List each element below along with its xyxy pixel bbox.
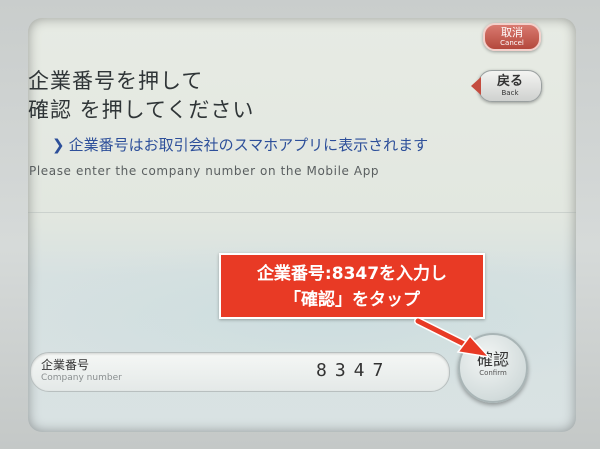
title-line-1: 企業番号を押して bbox=[28, 69, 204, 93]
back-label: 戻る bbox=[496, 74, 523, 89]
confirm-button[interactable]: 確認 Confirm bbox=[458, 333, 528, 403]
company-number-value: 8347 bbox=[316, 360, 392, 381]
instruction-callout: 企業番号:8347を入力し 「確認」をタップ bbox=[219, 253, 485, 319]
callout-line-1: 企業番号:8347を入力し bbox=[256, 264, 448, 284]
cancel-button[interactable]: 取消 Cancel bbox=[483, 23, 541, 51]
field-sublabel: Company number bbox=[41, 373, 122, 383]
atm-bezel: 取消 Cancel 企業番号を押して 確認 を押してください 戻る Back ❯… bbox=[0, 0, 600, 449]
hint-text-jp: 企業番号はお取引会社のスマホアプリに表示されます bbox=[68, 136, 429, 154]
confirm-sublabel: Confirm bbox=[479, 369, 507, 377]
cancel-sublabel: Cancel bbox=[500, 39, 524, 47]
hint-text: ❯ 企業番号はお取引会社のスマホアプリに表示されます bbox=[52, 134, 428, 155]
title-line-2: 確認 を押してください bbox=[28, 98, 255, 122]
chevron-right-icon: ❯ bbox=[52, 136, 65, 154]
back-arrow-icon bbox=[471, 77, 481, 95]
company-number-field[interactable]: 企業番号 Company number 8347 bbox=[30, 352, 450, 392]
callout-line-2: 「確認」をタップ bbox=[284, 290, 420, 310]
page-title: 企業番号を押して 確認 を押してください bbox=[28, 67, 254, 125]
back-sublabel: Back bbox=[501, 89, 519, 97]
divider bbox=[28, 212, 576, 213]
back-button[interactable]: 戻る Back bbox=[471, 70, 542, 102]
confirm-label: 確認 bbox=[476, 350, 509, 369]
field-label: 企業番号 bbox=[41, 358, 90, 372]
hint-text-en: Please enter the company number on the M… bbox=[29, 164, 380, 178]
cancel-label: 取消 bbox=[501, 26, 523, 39]
